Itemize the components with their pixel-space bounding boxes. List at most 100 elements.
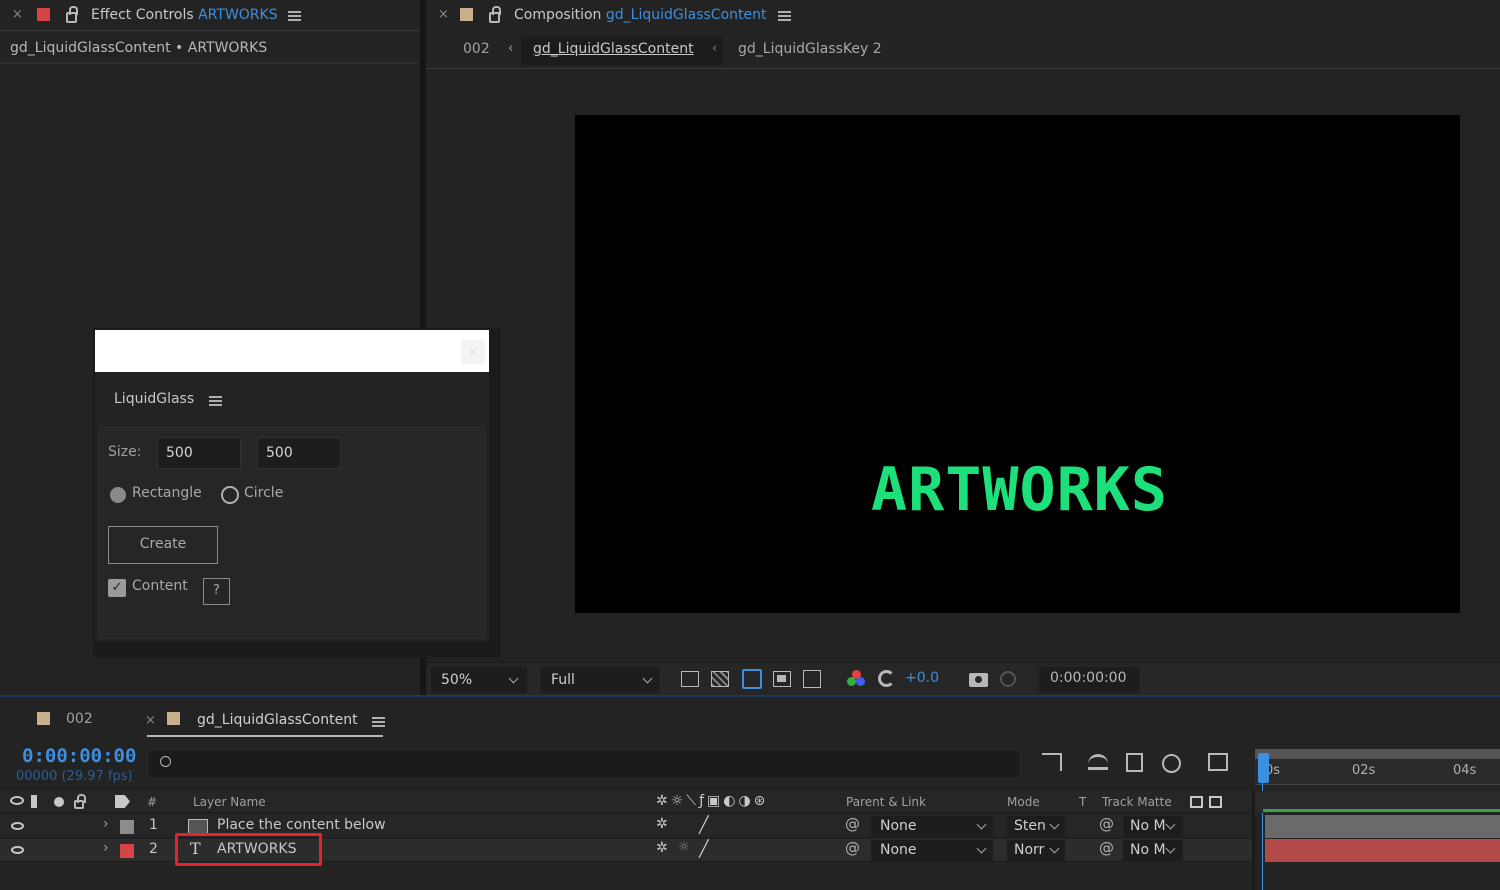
track-matte-value: No M [1130, 842, 1166, 858]
viewer-timecode[interactable]: 0:00:00:00 [1050, 670, 1127, 686]
image-layer-icon [188, 819, 208, 834]
layer-label-swatch[interactable] [120, 844, 134, 858]
solo-icon[interactable] [54, 797, 64, 807]
table-row[interactable]: › 2 T ARTWORKS ✲ ☼ ╱ @ None Norr @ No M [0, 833, 1255, 866]
effect-controls-subtitle: gd_LiquidGlassContent • ARTWORKS [10, 40, 268, 56]
tab-current[interactable]: gd_LiquidGlassContent [197, 712, 358, 728]
rectangle-radio[interactable] [110, 487, 126, 503]
eye-icon[interactable] [11, 822, 24, 830]
layer-num: 1 [149, 817, 158, 833]
circle-label[interactable]: Circle [244, 485, 283, 501]
speaker-icon[interactable] [31, 795, 45, 808]
show-snapshot-icon[interactable] [1000, 671, 1016, 687]
liquidglass-menu-icon[interactable] [209, 396, 222, 406]
column-num: # [147, 795, 158, 809]
mode-value: Sten [1014, 818, 1046, 834]
camera-icon[interactable] [969, 673, 988, 687]
quality-switch-icon[interactable]: ╱ [699, 839, 709, 858]
transparency-grid-icon[interactable] [711, 671, 729, 687]
mode-value: Norr [1014, 842, 1045, 858]
content-label[interactable]: Content [132, 578, 188, 594]
mask-visibility-icon[interactable] [742, 669, 762, 689]
eye-icon[interactable] [11, 846, 24, 854]
pickwhip-icon[interactable]: @ [1099, 815, 1114, 833]
composition-viewer[interactable]: ARTWORKS [575, 115, 1460, 613]
create-button[interactable]: Create [108, 526, 218, 564]
playhead[interactable] [1258, 753, 1269, 783]
lock-icon[interactable] [74, 794, 86, 809]
column-layer-name[interactable]: Layer Name [193, 795, 266, 809]
breadcrumb-item-current[interactable]: gd_LiquidGlassContent [533, 41, 694, 57]
rectangle-label[interactable]: Rectangle [132, 485, 202, 501]
chevron-right-icon[interactable]: › [103, 840, 109, 856]
pickwhip-icon[interactable]: @ [845, 839, 860, 857]
chevron-right-icon[interactable]: › [103, 816, 109, 832]
time-ruler[interactable]: 0s 02s 04s [1255, 749, 1500, 785]
quality-switch-icon[interactable]: ╱ [699, 815, 709, 834]
composition-label-swatch [460, 8, 473, 21]
tab-close-button[interactable]: × [145, 713, 156, 728]
grid-guides-icon[interactable] [803, 670, 821, 688]
current-time[interactable]: 0:00:00:00 [22, 745, 136, 767]
effect-controls-layer-name[interactable]: ARTWORKS [198, 7, 278, 23]
column-parent-link[interactable]: Parent & Link [846, 795, 926, 809]
lock-icon[interactable] [66, 6, 78, 23]
composition-mini-flowchart-icon[interactable] [1042, 753, 1062, 771]
layer-name[interactable]: Place the content below [217, 817, 386, 833]
chevron-left-icon: ‹ [712, 41, 718, 56]
width-input[interactable]: 500 [157, 437, 241, 469]
parent-dropdown[interactable]: None [871, 816, 993, 837]
layer-search-input[interactable] [149, 751, 1019, 777]
pickwhip-icon[interactable]: @ [845, 815, 860, 833]
lock-icon[interactable] [489, 6, 501, 23]
timeline-menu-icon[interactable] [372, 717, 385, 727]
content-checkbox[interactable]: ✓ [108, 579, 126, 597]
column-mode[interactable]: Mode [1007, 795, 1040, 809]
composition-divider [426, 68, 1500, 69]
timeline-split[interactable] [1252, 791, 1255, 890]
shy-switch-icon[interactable]: ✲ [656, 840, 668, 856]
track-matte-dropdown[interactable]: No M [1123, 840, 1183, 861]
effect-controls-underline [0, 62, 418, 64]
parent-value: None [880, 842, 917, 858]
breadcrumb-item-002[interactable]: 002 [463, 41, 490, 57]
effect-controls-close-button[interactable]: × [12, 7, 23, 22]
effect-controls-divider [0, 30, 420, 31]
label-tag-icon[interactable] [115, 795, 130, 808]
effect-controls-menu-icon[interactable] [288, 11, 301, 21]
pickwhip-icon[interactable]: @ [1099, 839, 1114, 857]
graph-editor-icon[interactable] [1208, 753, 1228, 771]
frame-blending-icon[interactable] [1126, 753, 1143, 772]
height-input[interactable]: 500 [257, 437, 341, 469]
composition-menu-icon[interactable] [778, 11, 791, 21]
layer-bar[interactable] [1265, 815, 1500, 838]
tab-002[interactable]: 002 [66, 711, 93, 727]
layer-label-swatch[interactable] [120, 820, 134, 834]
layer-bar[interactable] [1265, 839, 1500, 862]
track-matte-value: No M [1130, 818, 1166, 834]
composition-title-comp[interactable]: gd_LiquidGlassContent [606, 7, 767, 23]
track-matte-dropdown[interactable]: No M [1123, 816, 1183, 837]
collapse-switch-icon[interactable]: ☼ [678, 840, 690, 855]
color-channels-icon[interactable] [847, 670, 865, 688]
parent-dropdown[interactable]: None [871, 840, 993, 861]
shy-layers-icon[interactable] [1088, 754, 1108, 770]
shy-switch-icon[interactable]: ✲ [656, 816, 668, 832]
motion-blur-icon[interactable] [1162, 754, 1181, 773]
column-track-matte[interactable]: Track Matte [1102, 795, 1172, 809]
viewer-text: ARTWORKS [871, 455, 1168, 525]
liquidglass-titlebar[interactable] [95, 330, 489, 372]
work-area-bar[interactable] [1255, 749, 1500, 759]
composition-close-button[interactable]: × [438, 7, 449, 22]
breadcrumb-item-key[interactable]: gd_LiquidGlassKey 2 [738, 41, 882, 57]
eye-icon[interactable] [10, 796, 24, 805]
region-of-interest-icon[interactable] [773, 671, 791, 687]
fast-previews-icon[interactable] [681, 671, 699, 687]
liquidglass-close-button[interactable]: × [461, 340, 485, 364]
help-button[interactable]: ? [203, 578, 230, 605]
invert-matte-icon [1209, 796, 1222, 808]
circle-radio[interactable] [221, 486, 239, 504]
resolution-dropdown[interactable]: Full [541, 667, 659, 693]
reset-exposure-icon[interactable] [878, 670, 895, 687]
exposure-value[interactable]: +0.0 [905, 670, 939, 686]
